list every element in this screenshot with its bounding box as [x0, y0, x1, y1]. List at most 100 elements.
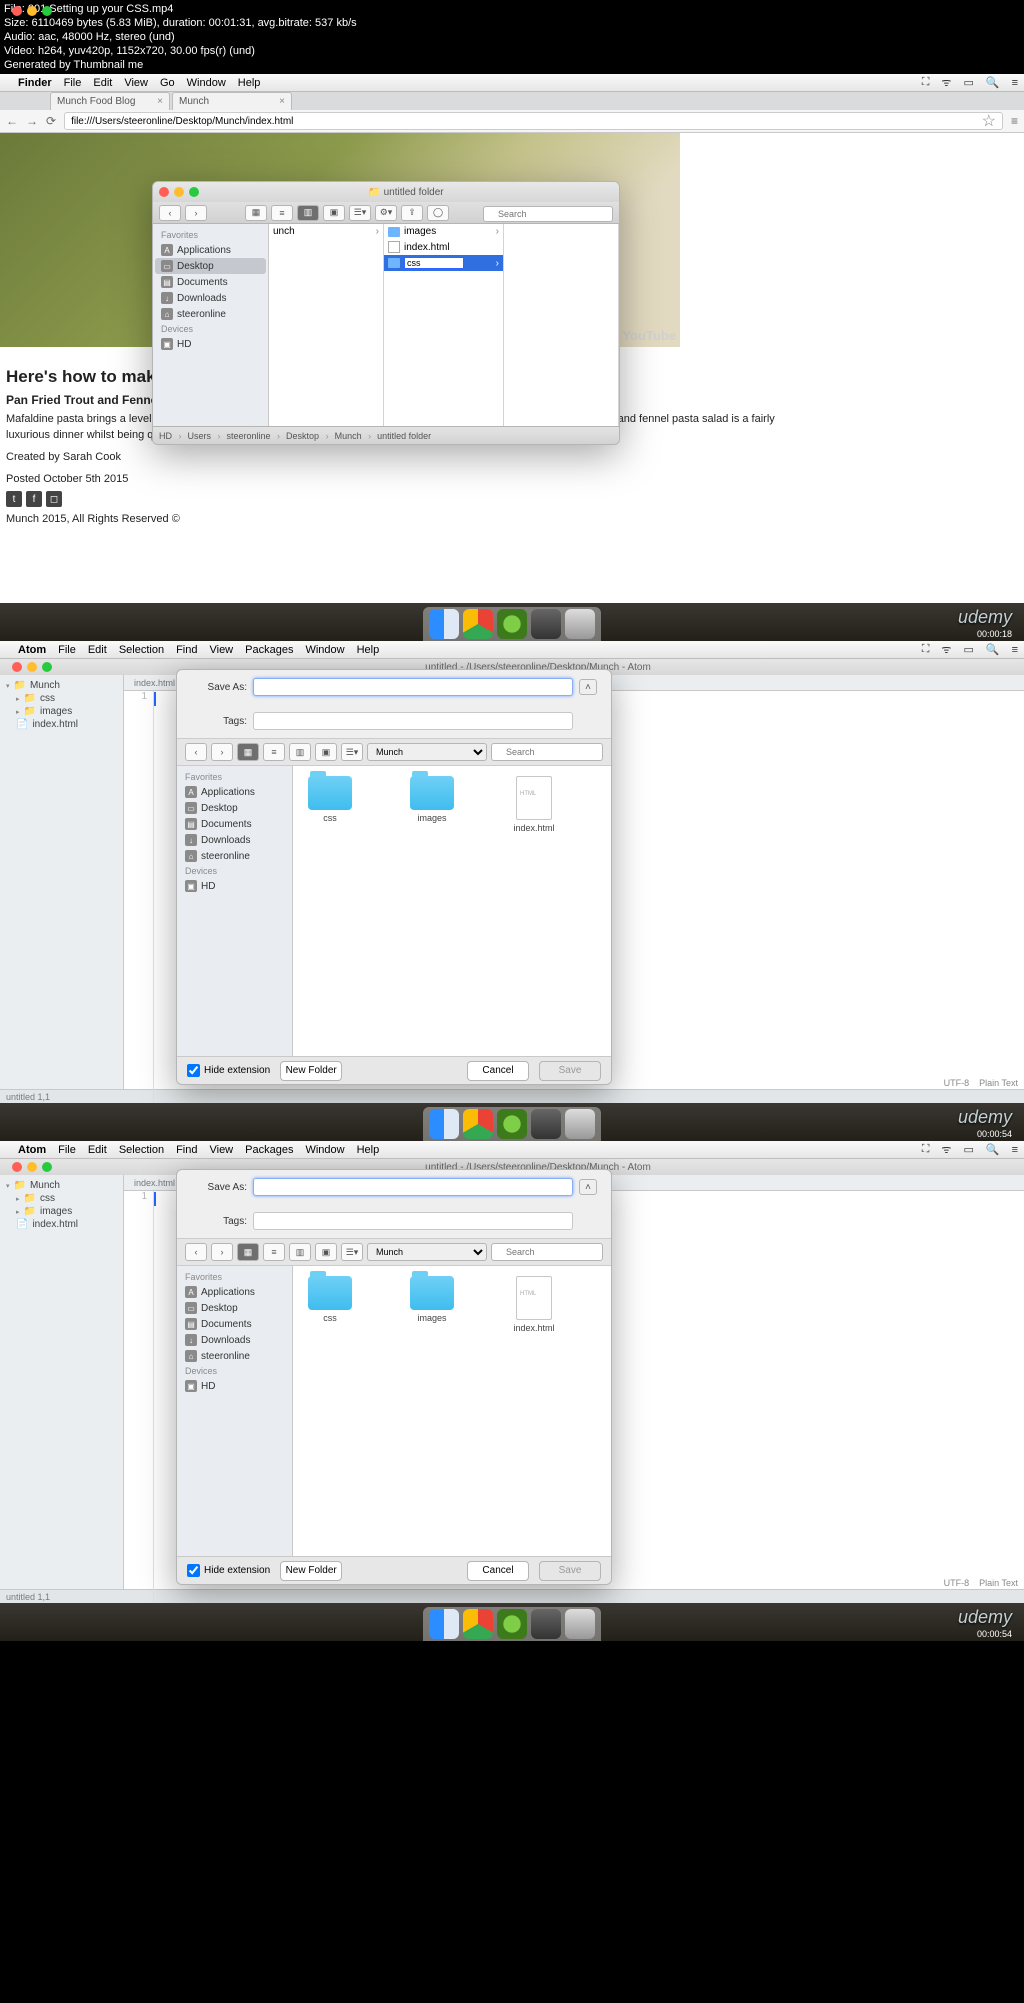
battery-icon[interactable]: ▭: [963, 643, 973, 656]
sidebar-item-applications[interactable]: AApplications: [179, 1284, 290, 1300]
folder-item-images[interactable]: images: [401, 1276, 463, 1323]
nav-back-button[interactable]: ‹: [185, 1243, 207, 1261]
menu-edit[interactable]: Edit: [93, 77, 112, 89]
nav-forward-button[interactable]: ›: [185, 205, 207, 221]
window-zoom-icon[interactable]: [42, 6, 52, 16]
tags-input[interactable]: [253, 712, 573, 730]
window-minimize-icon[interactable]: [27, 6, 37, 16]
menu-view[interactable]: View: [209, 644, 233, 656]
menu-packages[interactable]: Packages: [245, 644, 293, 656]
rename-input[interactable]: [404, 257, 464, 269]
folder-item-css[interactable]: css: [299, 776, 361, 823]
search-input[interactable]: [483, 206, 613, 222]
window-zoom-icon[interactable]: [42, 1162, 52, 1172]
dock-item-trash[interactable]: [565, 609, 595, 639]
save-as-input[interactable]: [253, 1178, 573, 1196]
grammar-label[interactable]: Plain Text: [979, 1078, 1018, 1088]
menu-help[interactable]: Help: [357, 644, 380, 656]
arrange-button[interactable]: ☰▾: [341, 743, 363, 761]
view-icon-button[interactable]: ▦: [237, 743, 259, 761]
menu-help[interactable]: Help: [357, 1144, 380, 1156]
window-close-icon[interactable]: [12, 662, 22, 672]
sidebar-item-downloads[interactable]: ↓Downloads: [155, 290, 266, 306]
browser-tab[interactable]: Munch Food Blog ×: [50, 92, 170, 110]
dock-item-camera[interactable]: [531, 1609, 561, 1639]
fullscreen-icon[interactable]: ⛶: [922, 76, 930, 89]
menu-selection[interactable]: Selection: [119, 1144, 164, 1156]
menu-view[interactable]: View: [124, 77, 148, 89]
tags-button[interactable]: ◯: [427, 205, 449, 221]
view-icon-button[interactable]: ▦: [245, 205, 267, 221]
tree-item-css[interactable]: ▸📁 css: [2, 692, 121, 705]
new-folder-button[interactable]: New Folder: [280, 1561, 342, 1581]
tree-item-index[interactable]: 📄 index.html: [2, 718, 121, 731]
nav-back-icon[interactable]: ←: [6, 114, 18, 128]
sidebar-item-documents[interactable]: ▤Documents: [155, 274, 266, 290]
file-item-index[interactable]: index.html: [503, 776, 565, 833]
menu-window[interactable]: Window: [305, 1144, 344, 1156]
view-cover-button[interactable]: ▣: [323, 205, 345, 221]
cancel-button[interactable]: Cancel: [467, 1061, 529, 1081]
spotlight-icon[interactable]: 🔍: [986, 76, 1000, 89]
sidebar-item-desktop[interactable]: ▭Desktop: [179, 800, 290, 816]
hide-extension-checkbox[interactable]: Hide extension: [187, 1064, 270, 1077]
new-folder-button[interactable]: New Folder: [280, 1061, 342, 1081]
menubar-app-name[interactable]: Atom: [18, 644, 46, 656]
battery-icon[interactable]: ▭: [963, 1143, 973, 1156]
window-close-icon[interactable]: [159, 187, 169, 197]
collapse-toggle-icon[interactable]: ˄: [579, 1179, 597, 1195]
hide-extension-checkbox[interactable]: Hide extension: [187, 1564, 270, 1577]
location-select[interactable]: Munch: [367, 743, 487, 761]
battery-icon[interactable]: ▭: [963, 76, 973, 89]
path-segment[interactable]: HD: [159, 431, 182, 441]
dock-item-finder[interactable]: [429, 609, 459, 639]
cancel-button[interactable]: Cancel: [467, 1561, 529, 1581]
arrange-button[interactable]: ☰▾: [341, 1243, 363, 1261]
tree-item-css[interactable]: ▸📁 css: [2, 1192, 121, 1205]
menu-find[interactable]: Find: [176, 1144, 197, 1156]
spotlight-icon[interactable]: 🔍: [986, 643, 1000, 656]
sidebar-item-downloads[interactable]: ↓Downloads: [179, 1332, 290, 1348]
tags-input[interactable]: [253, 1212, 573, 1230]
sidebar-item-home[interactable]: ⌂steeronline: [179, 1348, 290, 1364]
folder-item-css[interactable]: css: [299, 1276, 361, 1323]
menu-packages[interactable]: Packages: [245, 1144, 293, 1156]
dock-item-trash[interactable]: [565, 1609, 595, 1639]
column-item-images[interactable]: images ›: [384, 224, 503, 239]
menu-find[interactable]: Find: [176, 644, 197, 656]
sidebar-item-desktop[interactable]: ▭Desktop: [179, 1300, 290, 1316]
grammar-label[interactable]: Plain Text: [979, 1578, 1018, 1588]
menu-edit[interactable]: Edit: [88, 1144, 107, 1156]
view-column-button[interactable]: ▥: [297, 205, 319, 221]
nav-reload-icon[interactable]: ⟳: [46, 114, 56, 128]
column-item-index[interactable]: index.html: [384, 239, 503, 255]
column-item[interactable]: unch ›: [269, 224, 383, 239]
sidebar-item-documents[interactable]: ▤Documents: [179, 816, 290, 832]
menu-view[interactable]: View: [209, 1144, 233, 1156]
path-segment[interactable]: Munch: [335, 431, 372, 441]
view-icon-button[interactable]: ▦: [237, 1243, 259, 1261]
view-list-button[interactable]: ≡: [263, 743, 285, 761]
fullscreen-icon[interactable]: ⛶: [922, 1143, 930, 1156]
view-list-button[interactable]: ≡: [271, 205, 293, 221]
wifi-icon[interactable]: ᯤ: [941, 75, 951, 90]
sidebar-item-home[interactable]: ⌂steeronline: [179, 848, 290, 864]
fullscreen-icon[interactable]: ⛶: [922, 643, 930, 656]
nav-forward-button[interactable]: ›: [211, 1243, 233, 1261]
finder-search[interactable]: [483, 204, 613, 222]
nav-forward-icon[interactable]: →: [26, 114, 38, 128]
view-cover-button[interactable]: ▣: [315, 1243, 337, 1261]
menu-edit[interactable]: Edit: [88, 644, 107, 656]
tree-item-images[interactable]: ▸📁 images: [2, 705, 121, 718]
location-select[interactable]: Munch: [367, 1243, 487, 1261]
dock-item-atom[interactable]: [497, 1109, 527, 1139]
share-button[interactable]: ⇪: [401, 205, 423, 221]
menu-file[interactable]: File: [64, 77, 82, 89]
sidebar-item-desktop[interactable]: ▭Desktop: [155, 258, 266, 274]
path-segment[interactable]: steeronline: [227, 431, 281, 441]
hide-extension-input[interactable]: [187, 1564, 200, 1577]
dock-item-chrome[interactable]: [463, 1109, 493, 1139]
tree-root[interactable]: ▾📁 Munch: [2, 679, 121, 692]
dock-item-finder[interactable]: [429, 1109, 459, 1139]
search-input[interactable]: [491, 1243, 603, 1261]
